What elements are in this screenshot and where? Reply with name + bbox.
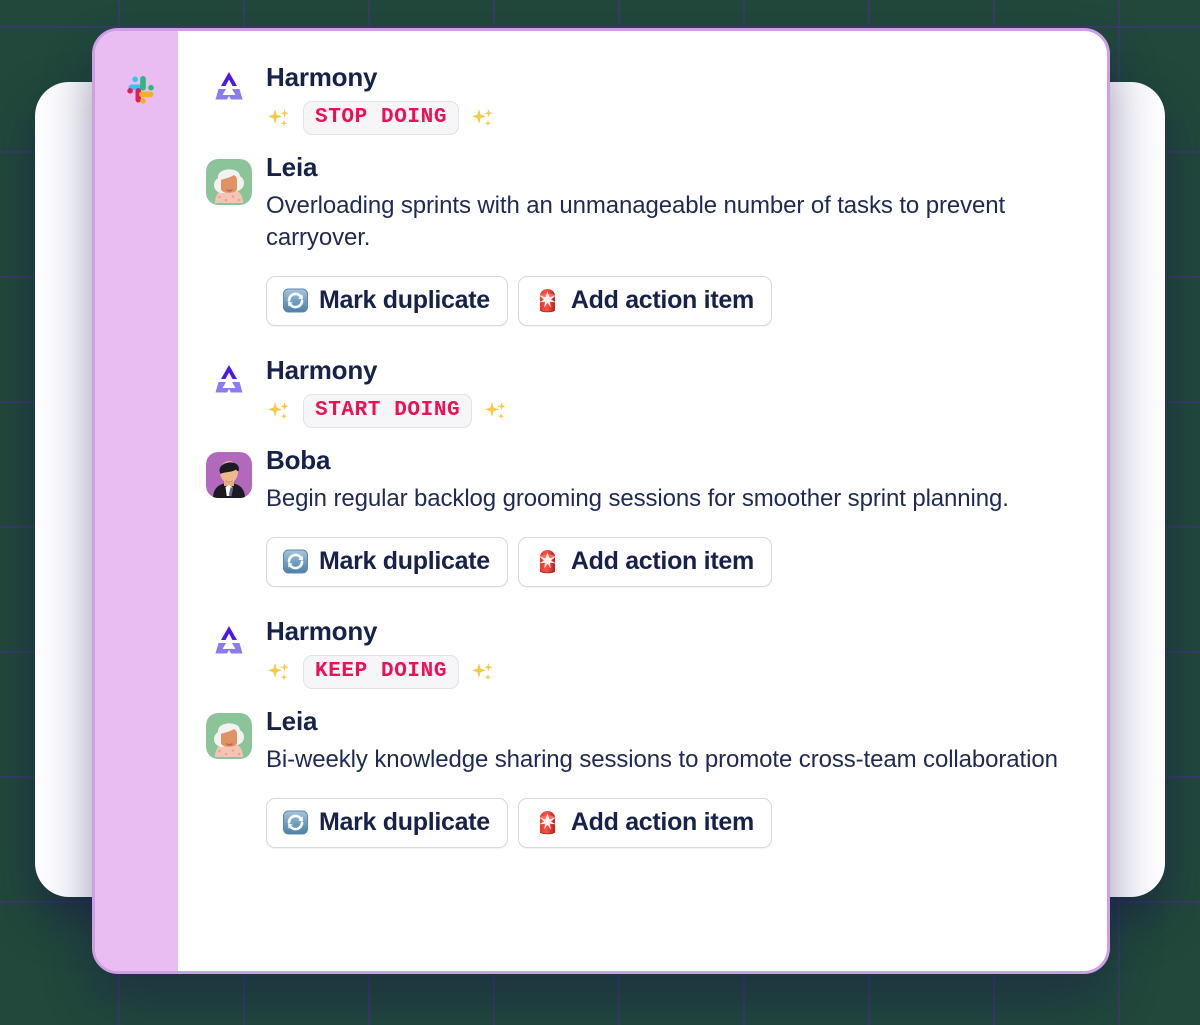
badge-line: KEEP DOING xyxy=(266,654,1081,689)
sparkles-icon xyxy=(470,659,496,685)
sparkles-icon xyxy=(470,105,496,131)
message-actions: Mark duplicate Add action item xyxy=(266,798,1081,849)
message-row: Leia Overloading sprints with an unmanag… xyxy=(206,151,1081,354)
sparkles-icon xyxy=(266,398,292,424)
message-author: Harmony xyxy=(266,355,378,385)
button-label: Add action item xyxy=(570,547,754,576)
card-stack: Harmony STOP DOING Leia Overloading spri… xyxy=(0,0,1200,1025)
leia-avatar xyxy=(206,712,252,759)
message-author: Harmony xyxy=(266,616,378,647)
harmony-bot-logo xyxy=(206,360,252,406)
message-author: Leia xyxy=(266,705,318,736)
arrows-counterclockwise-icon xyxy=(282,809,309,836)
message-row: Harmony STOP DOING xyxy=(206,61,1081,135)
message-body: Leia Overloading sprints with an unmanag… xyxy=(266,151,1081,354)
message-body: Leia Bi-weekly knowledge sharing session… xyxy=(266,707,1081,877)
message-body: Harmony START DOING xyxy=(266,354,1081,428)
message-actions: Mark duplicate Add action item xyxy=(266,276,1081,326)
mark-duplicate-button[interactable]: Mark duplicate xyxy=(266,798,508,849)
boba-avatar xyxy=(206,451,252,498)
message-author: Harmony xyxy=(266,62,378,92)
badge-line: STOP DOING xyxy=(266,100,1081,135)
message-text: Bi-weekly knowledge sharing sessions to … xyxy=(266,746,1058,774)
rotating-light-icon xyxy=(534,809,561,836)
mark-duplicate-button[interactable]: Mark duplicate xyxy=(266,276,508,326)
slack-sidebar xyxy=(95,31,178,971)
add-action-item-button[interactable]: Add action item xyxy=(517,798,772,849)
button-label: Mark duplicate xyxy=(319,286,490,314)
button-label: Add action item xyxy=(570,286,754,314)
harmony-bot-logo xyxy=(206,67,252,113)
message-body: Harmony STOP DOING xyxy=(266,61,1081,135)
status-badge: KEEP DOING xyxy=(303,654,460,689)
leia-avatar xyxy=(206,158,252,205)
sparkles-icon xyxy=(266,659,292,685)
message-body: Harmony KEEP DOING xyxy=(266,615,1081,689)
badge-line: START DOING xyxy=(266,393,1081,428)
slack-logo-icon xyxy=(113,65,161,113)
button-label: Mark duplicate xyxy=(319,547,490,576)
harmony-bot-logo xyxy=(206,621,252,667)
message-text: Begin regular backlog grooming sessions … xyxy=(266,485,1009,513)
message-body: Boba Begin regular backlog grooming sess… xyxy=(266,444,1081,616)
slack-message-card: Harmony STOP DOING Leia Overloading spri… xyxy=(92,28,1110,974)
message-row: Harmony START DOING xyxy=(206,354,1081,428)
message-row: Leia Bi-weekly knowledge sharing session… xyxy=(206,707,1081,877)
message-author: Leia xyxy=(266,151,318,182)
message-list: Harmony STOP DOING Leia Overloading spri… xyxy=(178,31,1107,971)
add-action-item-button[interactable]: Add action item xyxy=(517,537,772,588)
button-label: Add action item xyxy=(570,808,754,837)
message-actions: Mark duplicate Add action item xyxy=(266,537,1081,588)
arrows-counterclockwise-icon xyxy=(282,548,309,575)
rotating-light-icon xyxy=(534,287,561,314)
status-badge: STOP DOING xyxy=(303,100,460,135)
arrows-counterclockwise-icon xyxy=(282,287,309,314)
rotating-light-icon xyxy=(534,548,561,575)
message-row: Harmony KEEP DOING xyxy=(206,615,1081,689)
sparkles-icon xyxy=(483,398,509,424)
message-row: Boba Begin regular backlog grooming sess… xyxy=(206,444,1081,616)
sparkles-icon xyxy=(266,105,292,131)
message-text: Overloading sprints with an unmanageable… xyxy=(266,192,1006,252)
status-badge: START DOING xyxy=(303,393,473,428)
add-action-item-button[interactable]: Add action item xyxy=(517,276,772,326)
mark-duplicate-button[interactable]: Mark duplicate xyxy=(266,537,508,588)
message-author: Boba xyxy=(266,444,331,475)
button-label: Mark duplicate xyxy=(319,808,490,837)
